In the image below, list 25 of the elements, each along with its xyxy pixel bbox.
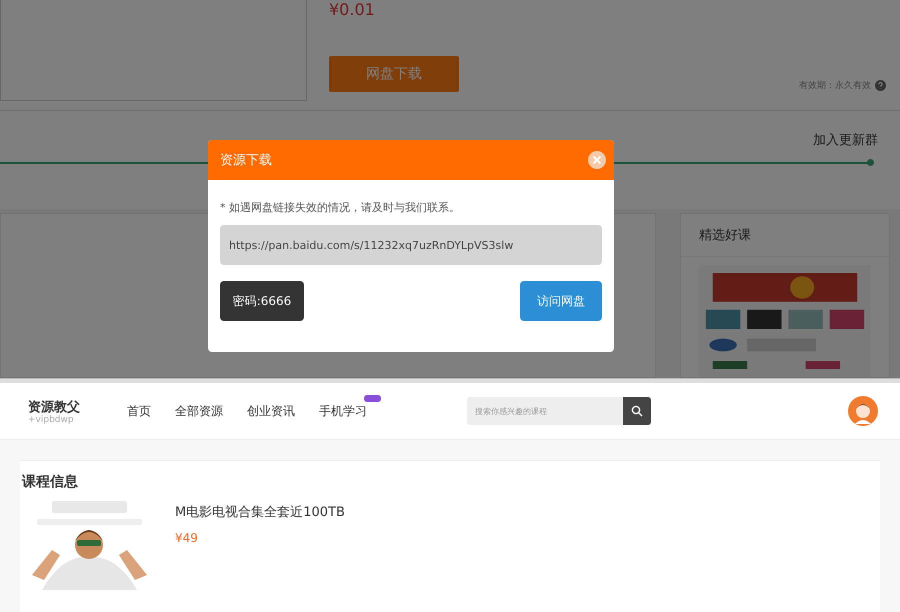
close-icon[interactable] — [588, 151, 606, 169]
link-field[interactable]: https://pan.baidu.com/s/11232xq7uzRnDYLpVS3slw — [220, 225, 602, 265]
notice-text: * 如遇网盘链接失效的情况，请及时与我们联系。 — [220, 200, 461, 215]
new-badge — [364, 394, 381, 402]
search-field[interactable]: 搜索你感兴趣的课程 — [467, 397, 623, 425]
password-button[interactable]: 密码:6666 — [220, 281, 304, 321]
logo[interactable]: 资源教父 — [28, 398, 127, 416]
course-price: ¥49 — [175, 531, 199, 545]
nav-link[interactable]: 手机学习 — [319, 402, 381, 420]
logo-subtitle: +vipbdwp — [28, 416, 75, 424]
nav-link[interactable]: 全部资源 — [175, 402, 223, 420]
validity-text: 有效期：永久有效 — [799, 80, 871, 92]
featured-title: 精选好课 — [681, 214, 889, 257]
section-heading: 课程信息 — [22, 473, 79, 491]
price: ¥0.01 — [329, 0, 376, 21]
course-title[interactable]: M电影电视合集全套近100TB — [175, 503, 345, 521]
search-button[interactable] — [623, 397, 651, 425]
avatar-icon[interactable] — [848, 396, 878, 426]
nav-link[interactable]: 创业资讯 — [247, 402, 295, 420]
visit-button[interactable]: 访问网盘 — [520, 281, 602, 321]
join-group-link[interactable]: 加入更新群 — [813, 130, 878, 149]
search-icon — [631, 405, 643, 417]
nav-link[interactable]: 首页 — [127, 402, 151, 420]
dialog-title: 资源下载 — [220, 152, 272, 169]
help-icon[interactable] — [875, 80, 886, 91]
